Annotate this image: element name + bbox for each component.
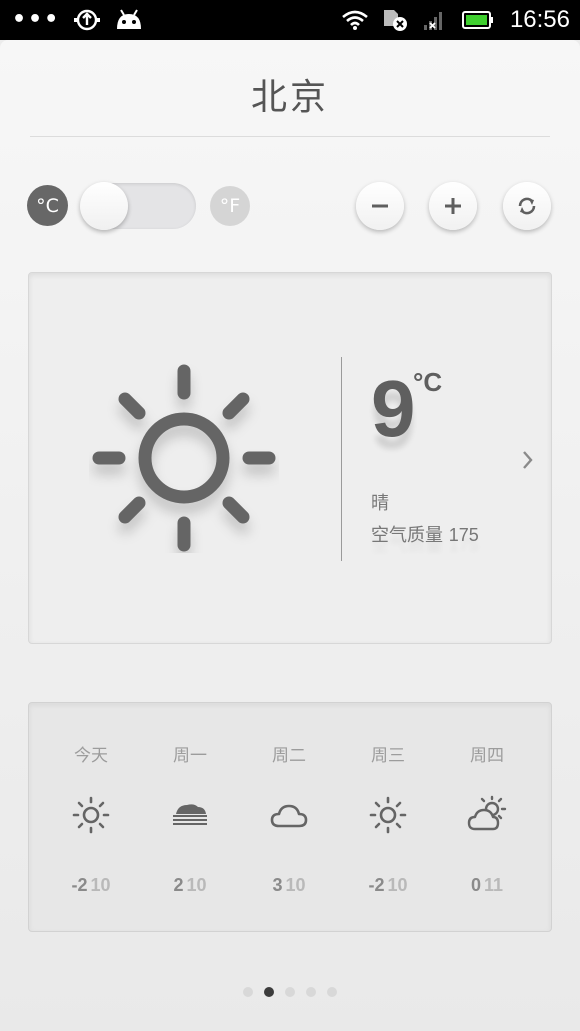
chevron-right-icon[interactable] — [521, 449, 535, 471]
weather-condition: 晴 — [371, 493, 389, 514]
current-weather-card[interactable]: 9 °C 晴 空气质量 175 — [28, 272, 552, 644]
fahrenheit-badge[interactable]: °F — [210, 186, 250, 226]
forecast-temps: -2 10 — [41, 875, 141, 896]
forecast-day: 周一 — [173, 746, 207, 766]
forecast-temps: 2 10 — [140, 875, 240, 896]
page-indicator — [0, 987, 580, 997]
no-sim-icon — [382, 8, 408, 32]
card-divider — [341, 357, 342, 561]
forecast-low: -2 — [368, 875, 385, 895]
forecast-high: 10 — [285, 875, 306, 895]
forecast-card: 今天 -2 10 周一 2 10 周二 3 10 周三 -2 10 周四 0 1… — [28, 702, 552, 932]
status-bar-left: ••• — [12, 8, 144, 32]
temperature-unit: °C — [413, 367, 443, 397]
battery-icon — [461, 10, 494, 30]
forecast-item[interactable]: 周三 -2 10 — [338, 703, 438, 933]
forecast-day: 周四 — [470, 746, 504, 766]
forecast-low: -2 — [71, 875, 88, 895]
celsius-badge[interactable]: °C — [27, 185, 68, 226]
sun-icon — [92, 364, 276, 552]
forecast-low: 0 — [470, 875, 481, 895]
page-dot[interactable] — [285, 987, 295, 997]
clock: 16:56 — [509, 6, 570, 33]
signal-icon — [422, 9, 448, 31]
sun-icon — [369, 796, 407, 834]
forecast-temps: 3 10 — [239, 875, 339, 896]
current-temperature: 9 — [371, 364, 416, 453]
forecast-high: 10 — [387, 875, 408, 895]
forecast-day: 周三 — [371, 746, 405, 766]
sun-icon — [72, 796, 110, 834]
forecast-item[interactable]: 周一 2 10 — [140, 703, 240, 933]
page-dot-active[interactable] — [264, 987, 274, 997]
forecast-low: 3 — [272, 875, 283, 895]
forecast-day: 今天 — [74, 746, 108, 766]
wifi-icon — [342, 10, 368, 30]
page-dot[interactable] — [327, 987, 337, 997]
android-icon — [114, 9, 144, 31]
minus-icon — [372, 204, 388, 208]
cloud-icon — [270, 804, 308, 828]
forecast-high: 10 — [186, 875, 207, 895]
page-dot[interactable] — [243, 987, 253, 997]
page-dot[interactable] — [306, 987, 316, 997]
refresh-button[interactable] — [503, 182, 551, 230]
forecast-temps: 0 11 — [437, 875, 537, 896]
aqi-value: 175 — [448, 525, 479, 545]
forecast-item[interactable]: 周二 3 10 — [239, 703, 339, 933]
forecast-day: 周二 — [272, 746, 306, 766]
partly-cloudy-icon — [467, 795, 507, 831]
more-dots-icon: ••• — [12, 7, 61, 32]
haze-icon — [173, 804, 207, 825]
forecast-item[interactable]: 今天 -2 10 — [41, 703, 141, 933]
forecast-temps: -2 10 — [338, 875, 438, 896]
unit-toggle-knob[interactable] — [80, 182, 128, 230]
weather-app: 北京 °C °F 9 °C 晴 空气质量 175 今天 -2 10 周一 2 1… — [0, 40, 580, 1031]
add-city-button[interactable] — [429, 182, 477, 230]
aqi-label: 空气质量 — [371, 525, 443, 546]
usb-debug-icon — [74, 8, 101, 32]
forecast-item[interactable]: 周四 0 11 — [437, 703, 537, 933]
plus-icon — [445, 198, 461, 214]
status-bar-right: 16:56 — [342, 6, 570, 34]
forecast-high: 10 — [90, 875, 111, 895]
forecast-low: 2 — [173, 875, 184, 895]
city-title[interactable]: 北京 — [0, 68, 580, 120]
forecast-high: 11 — [483, 875, 504, 895]
air-quality: 空气质量 175 — [371, 521, 479, 547]
remove-city-button[interactable] — [356, 182, 404, 230]
header-divider — [30, 136, 550, 137]
refresh-icon — [518, 197, 536, 215]
status-bar: ••• 16:56 — [0, 0, 580, 40]
